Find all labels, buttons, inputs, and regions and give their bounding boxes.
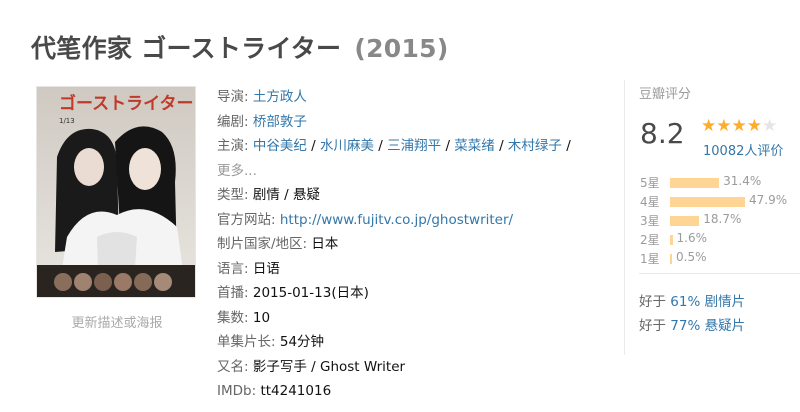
poster-date: 1/13	[59, 117, 75, 125]
rating-bar-pct: 18.7%	[703, 212, 742, 226]
rating-bar-row: 1星 0.5%	[639, 250, 800, 269]
imdb-value: tt4241016	[260, 383, 332, 399]
rating-bar	[670, 216, 700, 226]
director-label: 导演:	[217, 89, 249, 105]
language-row: 语言: 日语	[217, 257, 571, 282]
rating-bar	[670, 197, 745, 207]
director-link[interactable]: 土方政人	[253, 89, 307, 105]
rating-bar-label: 1星	[640, 252, 660, 266]
aka-value: 影子写手 / Ghost Writer	[252, 358, 406, 375]
score-row: 8.2 ★★★★★ 10082人评价	[639, 110, 800, 160]
better-than-pct[interactable]: 77%	[670, 318, 700, 334]
better-than-genre[interactable]: 悬疑片	[705, 318, 746, 334]
site-row: 官方网站: http://www.fujitv.co.jp/ghostwrite…	[217, 208, 571, 233]
rating-bar-row: 2星 1.6%	[639, 231, 800, 250]
language-value: 日语	[252, 260, 280, 277]
episodes-label: 集数:	[217, 309, 249, 326]
aka-row: 又名: 影子写手 / Ghost Writer	[217, 355, 571, 380]
votes-link[interactable]: 10082人评价	[703, 140, 783, 159]
premiere-row: 首播: 2015-01-13(日本)	[217, 281, 571, 306]
country-value: 日本	[311, 236, 339, 252]
writer-label: 编剧:	[217, 113, 249, 130]
imdb-row: IMDb: tt4241016	[217, 379, 571, 404]
rating-bar-pct: 31.4%	[723, 174, 762, 188]
better-than-genre[interactable]: 剧情片	[705, 294, 746, 310]
star-filled-icon: ★	[716, 116, 732, 136]
genre-value: 剧情 / 悬疑	[252, 187, 320, 203]
runtime-value: 54分钟	[279, 334, 325, 350]
rating-bar	[670, 178, 720, 188]
genre-label: 类型:	[217, 187, 249, 203]
runtime-label: 单集片长:	[217, 334, 276, 350]
director-row: 导演: 土方政人	[217, 85, 571, 110]
cast-label: 主演:	[217, 138, 249, 154]
rating-bar-label: 2星	[640, 233, 660, 247]
better-than-item: 好于 61% 剧情片	[639, 294, 746, 310]
site-label: 官方网站:	[217, 211, 276, 228]
page-title: 代笔作家 ゴーストライター (2015)	[31, 29, 449, 65]
cast-link[interactable]: 水川麻美	[320, 138, 374, 154]
star-rating-icon: ★★★★★	[701, 116, 777, 136]
official-site-link[interactable]: http://www.fujitv.co.jp/ghostwriter/	[280, 212, 513, 228]
star-filled-icon: ★	[746, 116, 762, 136]
rating-bar-row: 3星 18.7%	[639, 212, 800, 231]
better-than-pct[interactable]: 61%	[670, 294, 700, 310]
episodes-row: 集数: 10	[217, 306, 571, 331]
rating-score: 8.2	[640, 117, 685, 150]
rating-bar	[670, 235, 673, 245]
poster-image[interactable]: ゴーストライター 1/13	[36, 86, 196, 298]
star-filled-icon: ★	[701, 116, 717, 136]
genre-row: 类型: 剧情 / 悬疑	[217, 183, 571, 208]
language-label: 语言:	[217, 260, 249, 277]
update-poster-link[interactable]: 更新描述或海报	[37, 312, 197, 331]
cast-link[interactable]: 木村绿子	[508, 138, 562, 154]
better-than-list: 好于 61% 剧情片 好于 77% 悬疑片	[639, 290, 745, 338]
better-than-item: 好于 77% 悬疑片	[639, 318, 746, 334]
cast-row: 主演: 中谷美纪 / 水川麻美 / 三浦翔平 / 菜菜绪 / 木村绿子 /	[217, 138, 571, 154]
cast-more-row: 更多...	[217, 159, 571, 184]
cast-link[interactable]: 中谷美纪	[253, 138, 307, 154]
rating-distribution: 5星 31.4% 4星 47.9% 3星 18.7% 2星 1.6% 1星 0.5%	[639, 174, 800, 269]
star-empty-icon: ★	[762, 116, 778, 136]
poster-title: ゴーストライター	[59, 93, 193, 114]
rating-bar-label: 3星	[640, 214, 660, 228]
rating-bar-pct: 47.9%	[749, 193, 788, 207]
aka-label: 又名:	[217, 358, 249, 375]
rating-bar-pct: 1.6%	[676, 231, 708, 245]
poster-artwork: ゴーストライター 1/13	[37, 87, 195, 297]
writer-row: 编剧: 桥部敦子	[217, 110, 571, 135]
cast-link[interactable]: 三浦翔平	[387, 138, 441, 154]
rating-bar-row: 4星 47.9%	[639, 193, 800, 212]
divider	[639, 273, 800, 274]
country-label: 制片国家/地区:	[217, 236, 308, 252]
cast-more-link[interactable]: 更多...	[217, 163, 257, 179]
info-panel: 导演: 土方政人 编剧: 桥部敦子 主演: 中谷美纪 / 水川麻美 / 三浦翔平…	[217, 85, 571, 404]
premiere-value: 2015-01-13(日本)	[252, 285, 369, 301]
premiere-label: 首播:	[217, 285, 249, 301]
title-year: (2015)	[354, 34, 449, 63]
rating-panel: 豆瓣评分 8.2 ★★★★★ 10082人评价 5星 31.4% 4星 47.9% 3星…	[624, 80, 800, 355]
rating-bar-row: 5星 31.4%	[639, 174, 800, 193]
title-name: 代笔作家 ゴーストライター	[31, 34, 342, 63]
imdb-label: IMDb:	[217, 383, 257, 399]
rating-bar-label: 4星	[640, 195, 660, 209]
star-filled-icon: ★	[731, 116, 747, 136]
runtime-row: 单集片长: 54分钟	[217, 330, 571, 355]
cast-link[interactable]: 菜菜绪	[454, 138, 495, 154]
rating-bar	[670, 254, 672, 264]
country-row: 制片国家/地区: 日本	[217, 232, 571, 257]
writer-link[interactable]: 桥部敦子	[253, 114, 307, 130]
episodes-value: 10	[252, 309, 271, 326]
rating-bar-label: 5星	[640, 176, 660, 190]
rating-bar-pct: 0.5%	[676, 250, 707, 264]
rating-label: 豆瓣评分	[639, 87, 692, 102]
